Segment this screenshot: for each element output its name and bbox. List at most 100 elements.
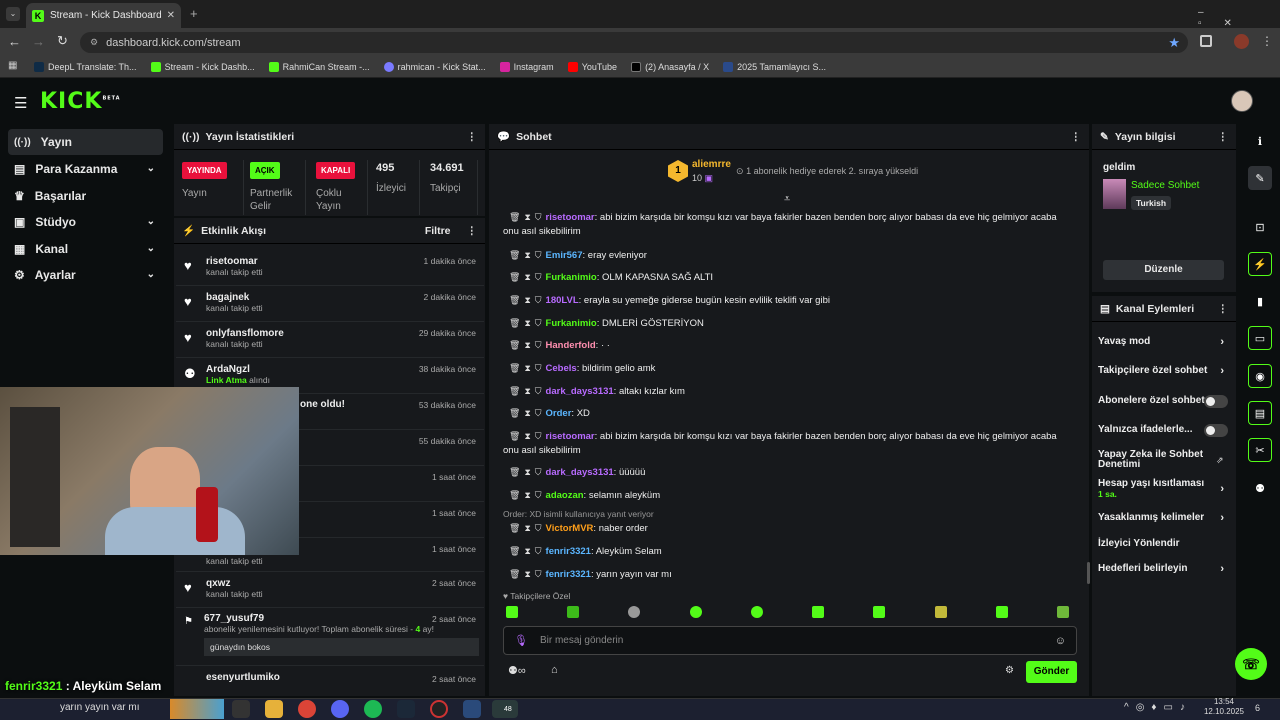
chat-username[interactable]: Furkanimio	[546, 272, 597, 283]
ban-icon[interactable]: ⛉	[535, 295, 542, 305]
emotes-only-toggle[interactable]	[1204, 424, 1228, 437]
category-link[interactable]: Sadece Sohbet	[1131, 180, 1199, 191]
chat-username[interactable]: fenrir3321	[546, 569, 591, 580]
emoji-icon[interactable]: ☺	[1055, 635, 1066, 647]
whatsapp-icon[interactable]: 48	[492, 700, 518, 718]
browser-menu-icon[interactable]: ⋮	[1261, 34, 1273, 48]
kick-logo[interactable]: KICKBETA	[40, 89, 121, 114]
apps-grid-icon[interactable]: ▦	[8, 60, 17, 71]
emote-icon[interactable]	[750, 606, 763, 618]
extensions-icon[interactable]	[1200, 35, 1212, 47]
pinned-user[interactable]: aliemrre	[692, 159, 731, 170]
delete-icon[interactable]: 🗑	[509, 272, 520, 282]
obs-icon[interactable]	[430, 700, 448, 718]
app-icon[interactable]	[463, 700, 481, 718]
nav-para-kazanma[interactable]: ▤ Para Kazanma ⌄	[8, 156, 163, 182]
ban-icon[interactable]: ⛉	[535, 523, 542, 533]
timeout-icon[interactable]: ⧗	[524, 490, 530, 500]
timeout-icon[interactable]: ⧗	[524, 295, 530, 305]
timeout-icon[interactable]: ⧗	[524, 431, 530, 441]
timeout-icon[interactable]: ⧗	[524, 272, 530, 282]
ban-icon[interactable]: ⛉	[535, 250, 542, 260]
capture-icon[interactable]: ⊡	[1248, 215, 1272, 239]
hamburger-menu-icon[interactable]: ☰	[14, 94, 27, 112]
emote-icon[interactable]	[689, 606, 702, 618]
chat-username[interactable]: dark_days3131	[546, 386, 614, 397]
taskbar-weather-thumbnail[interactable]	[170, 699, 224, 719]
chat-message[interactable]: 🗑 ⧗ ⛉ Furkanimio: OLM KAPASNA SAĞ ALTI	[503, 270, 1073, 285]
chat-username[interactable]: Cebels	[546, 363, 577, 374]
clock[interactable]: 13:54 12.10.2025	[1203, 697, 1245, 717]
help-chat-icon[interactable]: ☏	[1235, 648, 1267, 680]
chat-settings-icon[interactable]: ⚙	[1005, 665, 1014, 676]
chat-username[interactable]: Furkanimio	[546, 318, 597, 329]
ban-icon[interactable]: ⛉	[535, 212, 542, 222]
new-tab-icon[interactable]: +	[190, 6, 198, 21]
chat-message[interactable]: 🗑 ⧗ ⛉ fenrir3321: yarın yayın var mı	[503, 567, 1073, 582]
file-explorer-icon[interactable]	[265, 700, 283, 718]
address-bar[interactable]: ⚙ dashboard.kick.com/stream ★	[80, 32, 1188, 53]
chat-message[interactable]: 🗑 ⧗ ⛉ Order: XD	[503, 406, 1073, 421]
channel-actions-menu-icon[interactable]: ⋮	[1218, 303, 1229, 315]
microphone-icon[interactable]: 🎙	[514, 634, 528, 647]
banned-words-item[interactable]: Yasaklanmış kelimeler ›	[1098, 512, 1228, 526]
emotes-only-item[interactable]: Yalnızca ifadelerle...	[1098, 424, 1228, 438]
emote-icon[interactable]	[628, 606, 641, 618]
delete-icon[interactable]: 🗑	[509, 340, 520, 350]
reload-icon[interactable]: ↻	[57, 33, 68, 49]
ban-icon[interactable]: ⛉	[535, 408, 542, 418]
chat-username[interactable]: fenrir3321	[546, 546, 591, 557]
chat-username[interactable]: Order	[546, 408, 572, 419]
ai-moderation-item[interactable]: Yapay Zeka ile Sohbet Denetimi	[1098, 450, 1206, 470]
nav-yayin[interactable]: ((·)) Yayın	[8, 129, 163, 155]
tab-search-icon[interactable]: ⌄	[6, 7, 20, 21]
chat-username[interactable]: adaozan	[546, 490, 584, 501]
delete-icon[interactable]: 🗑	[509, 431, 520, 441]
chat-message[interactable]: 🗑 ⧗ ⛉ adaozan: selamın aleyküm	[503, 488, 1073, 503]
bookmark-kick-dashboard[interactable]: Stream - Kick Dashb...	[150, 61, 255, 72]
bookmark-x[interactable]: (2) Anasayfa / X	[631, 61, 709, 72]
emote-icon[interactable]	[812, 606, 825, 618]
nav-kanal[interactable]: ▦ Kanal ⌄	[8, 236, 163, 262]
timeout-icon[interactable]: ⧗	[524, 569, 530, 579]
chat-username[interactable]: 180LVL	[546, 295, 579, 306]
ban-icon[interactable]: ⛉	[535, 272, 542, 282]
ban-icon[interactable]: ⛉	[535, 431, 542, 441]
chat-message[interactable]: 🗑 ⧗ ⛉ dark_days3131: üüüüü	[503, 465, 1073, 480]
notification-count[interactable]: 6	[1255, 703, 1260, 713]
channel-icon[interactable]: ▤	[1248, 401, 1272, 425]
emote-icon[interactable]	[506, 606, 518, 618]
discord-icon[interactable]	[331, 700, 349, 718]
delete-icon[interactable]: 🗑	[509, 467, 520, 477]
moderation-icon[interactable]: ⚉	[1248, 476, 1272, 500]
spotify-icon[interactable]	[364, 700, 382, 718]
emote-icon[interactable]	[873, 606, 886, 618]
bookmark-star-icon[interactable]: ★	[1168, 35, 1180, 51]
stats-menu-icon[interactable]: ⋮	[467, 131, 478, 143]
slow-mode-item[interactable]: Yavaş mod ›	[1098, 336, 1228, 350]
ban-icon[interactable]: ⛉	[535, 490, 542, 500]
chat-message[interactable]: 🗑 ⧗ ⛉ Furkanimio: DMLERİ GÖSTERİYON	[503, 316, 1073, 331]
account-age-item[interactable]: Hesap yaşı kısıtlaması 1 sa. ›	[1098, 478, 1228, 500]
bookmark-rahmican-stream[interactable]: RahmiCan Stream -...	[268, 61, 370, 72]
bookmark-instagram[interactable]: Instagram	[499, 61, 554, 72]
delete-icon[interactable]: 🗑	[509, 386, 520, 396]
chat-message[interactable]: 🗑 ⧗ ⛉ Handerfold: · ·	[503, 338, 1073, 353]
timeout-icon[interactable]: ⧗	[524, 340, 530, 350]
chrome-icon[interactable]	[298, 700, 316, 718]
bookmark-youtube[interactable]: YouTube	[567, 61, 617, 72]
ban-icon[interactable]: ⛉	[535, 569, 542, 579]
system-tray-icons[interactable]: ^◎♦▭♪	[1124, 702, 1192, 713]
delete-icon[interactable]: 🗑	[509, 250, 520, 260]
chat-menu-icon[interactable]: ⋮	[1071, 131, 1082, 143]
subscribers-only-toggle[interactable]	[1204, 395, 1228, 408]
timeout-icon[interactable]: ⧗	[524, 363, 530, 373]
filter-button[interactable]: Filtre	[425, 225, 451, 237]
activity-menu-icon[interactable]: ⋮	[467, 225, 478, 237]
chat-message[interactable]: 🗑 ⧗ ⛉ fenrir3321: Aleyküm Selam	[503, 544, 1073, 559]
chat-scrollbar[interactable]	[1087, 562, 1090, 584]
delete-icon[interactable]: 🗑	[509, 523, 520, 533]
delete-icon[interactable]: 🗑	[509, 318, 520, 328]
emote-icon[interactable]	[567, 606, 580, 618]
chat-username[interactable]: risetoomar	[546, 212, 595, 223]
